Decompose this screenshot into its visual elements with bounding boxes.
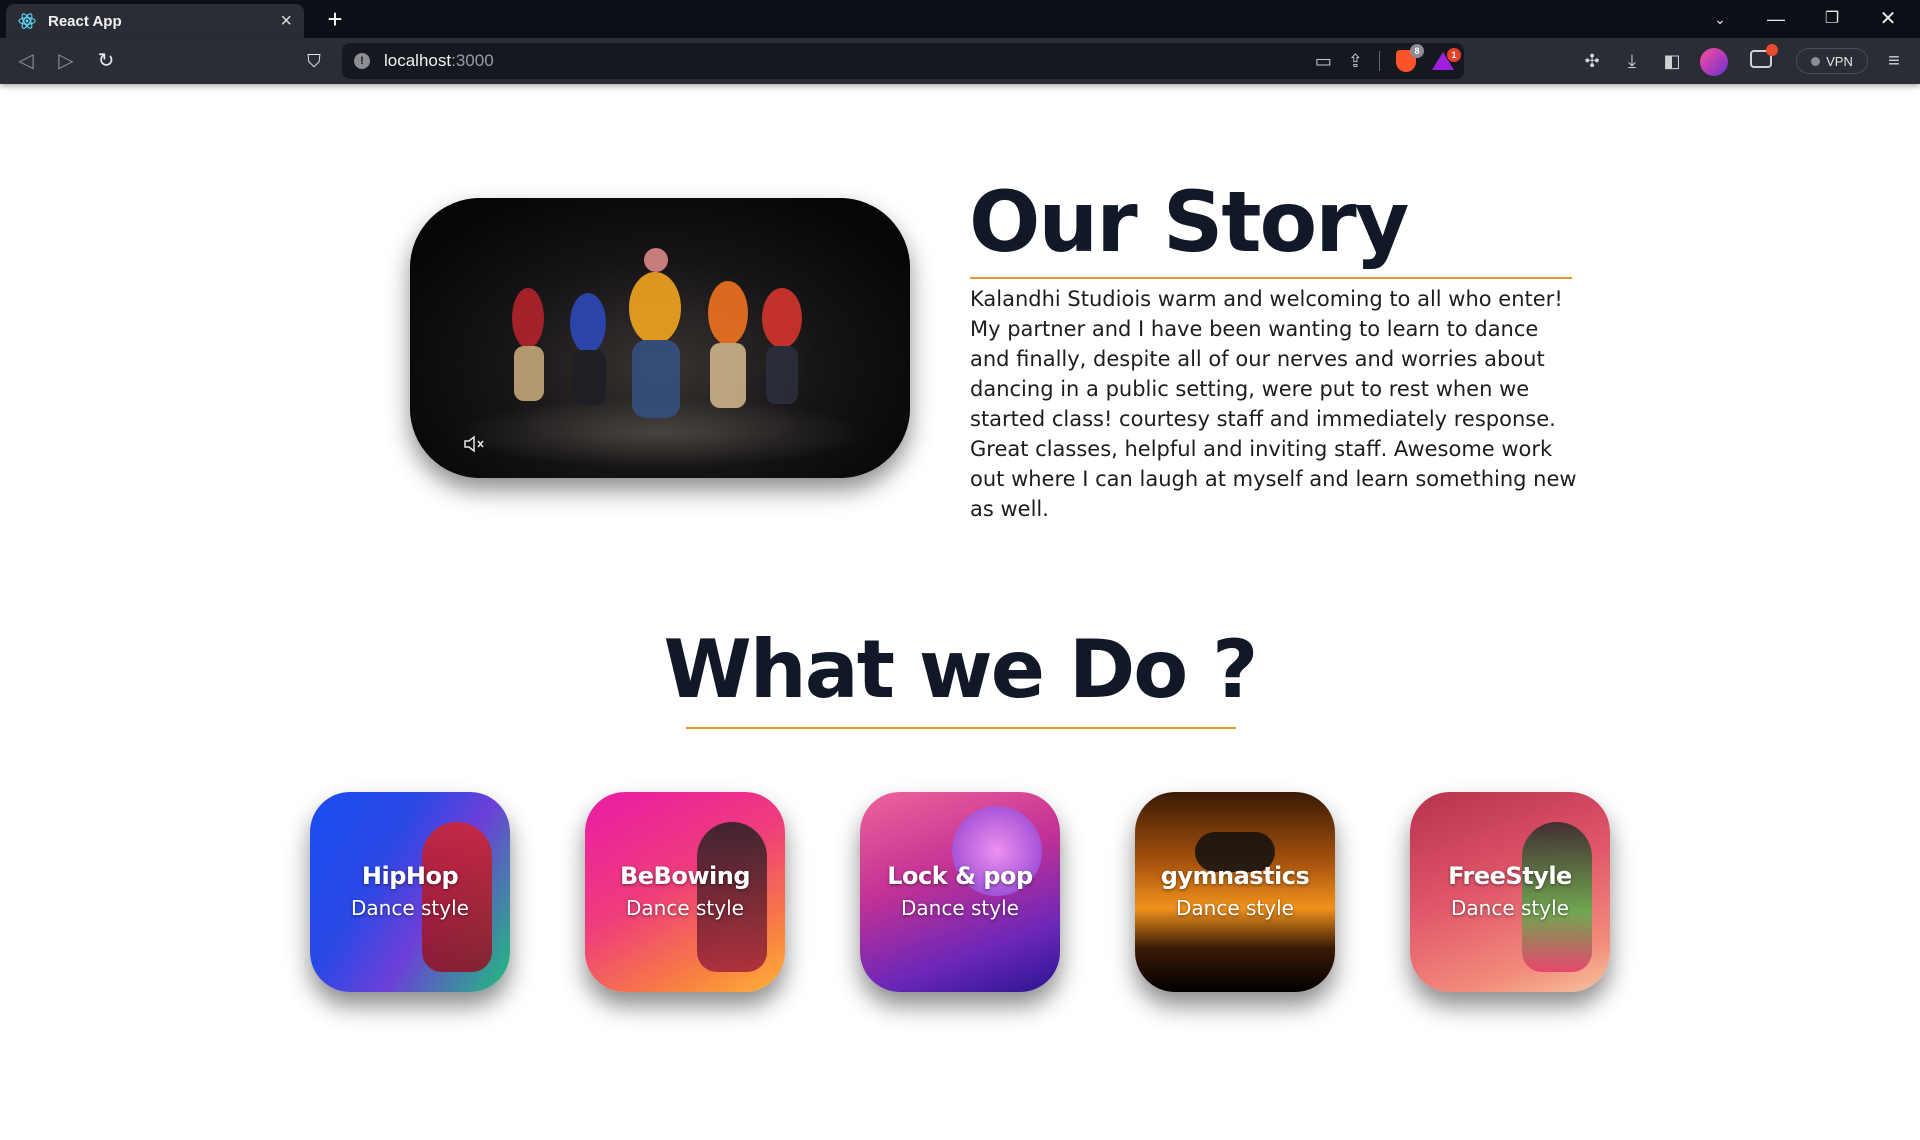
wallet-icon[interactable] bbox=[1750, 44, 1778, 68]
vpn-label: VPN bbox=[1826, 53, 1853, 69]
download-icon[interactable]: ⤓ bbox=[1618, 47, 1646, 75]
forward-icon[interactable]: ▷ bbox=[52, 47, 80, 75]
menu-icon[interactable]: ≡ bbox=[1880, 47, 1908, 75]
divider bbox=[1379, 51, 1380, 71]
what-we-do-heading: What we Do ? bbox=[663, 623, 1259, 716]
browser-toolbar: ◁ ▷ ↻ ⛉ ! localhost:3000 ▭ ⇪ 8 1 ✣ ⤓ ◧ V… bbox=[0, 38, 1920, 84]
bookmark-icon[interactable]: ⛉ bbox=[300, 47, 328, 75]
vpn-button[interactable]: VPN bbox=[1796, 48, 1868, 74]
new-tab-icon[interactable]: + bbox=[320, 4, 350, 34]
card-title: HipHop bbox=[361, 862, 459, 890]
address-bar[interactable]: ! localhost:3000 ▭ ⇪ 8 1 bbox=[342, 43, 1464, 79]
url-port: :3000 bbox=[451, 51, 494, 70]
mute-icon[interactable] bbox=[462, 432, 486, 456]
dance-card-hiphop[interactable]: HipHop Dance style bbox=[310, 792, 510, 992]
story-video[interactable] bbox=[410, 198, 910, 478]
dance-card-lock-and-pop[interactable]: Lock & pop Dance style bbox=[860, 792, 1060, 992]
wallet-notification-dot bbox=[1766, 44, 1778, 56]
card-title: FreeStyle bbox=[1448, 862, 1572, 890]
address-bar-actions: ▭ ⇪ 8 1 bbox=[1315, 43, 1461, 79]
minimize-icon[interactable]: — bbox=[1748, 0, 1804, 38]
dance-card-bebowing[interactable]: BeBowing Dance style bbox=[585, 792, 785, 992]
story-heading: Our Story bbox=[969, 173, 1409, 271]
dance-card-freestyle[interactable]: FreeStyle Dance style bbox=[1410, 792, 1610, 992]
restore-icon[interactable]: ❐ bbox=[1804, 0, 1860, 38]
cast-icon[interactable]: ▭ bbox=[1315, 51, 1332, 72]
tab-title: React App bbox=[48, 12, 122, 30]
reload-icon[interactable]: ↻ bbox=[92, 47, 120, 75]
card-subtitle: Dance style bbox=[626, 896, 744, 920]
sidebar-icon[interactable]: ◧ bbox=[1658, 47, 1686, 75]
what-we-do-underline bbox=[686, 727, 1236, 729]
browser-tab[interactable]: React App × bbox=[6, 4, 304, 38]
url-host: localhost bbox=[384, 51, 452, 70]
brave-shields-icon[interactable]: 8 bbox=[1396, 44, 1424, 72]
brave-rewards-icon[interactable]: 1 bbox=[1432, 48, 1461, 70]
site-info-icon[interactable]: ! bbox=[354, 53, 370, 69]
profile-avatar[interactable] bbox=[1700, 48, 1728, 76]
vpn-status-icon bbox=[1811, 56, 1821, 66]
close-window-icon[interactable]: ✕ bbox=[1860, 0, 1916, 38]
browser-tab-bar: React App × + ⌄ — ❐ ✕ bbox=[0, 0, 1920, 38]
card-title: BeBowing bbox=[619, 862, 751, 890]
tab-list-chevron-icon[interactable]: ⌄ bbox=[1692, 0, 1748, 38]
card-title: Lock & pop bbox=[887, 862, 1033, 890]
back-icon[interactable]: ◁ bbox=[12, 47, 40, 75]
story-heading-underline bbox=[970, 277, 1572, 279]
share-icon[interactable]: ⇪ bbox=[1348, 51, 1363, 72]
card-subtitle: Dance style bbox=[1176, 896, 1294, 920]
dance-card-gymnastics[interactable]: gymnastics Dance style bbox=[1135, 792, 1335, 992]
extensions-icon[interactable]: ✣ bbox=[1578, 47, 1606, 75]
card-subtitle: Dance style bbox=[1451, 896, 1569, 920]
shields-badge: 8 bbox=[1410, 44, 1424, 58]
react-icon bbox=[18, 13, 36, 29]
card-title: gymnastics bbox=[1160, 862, 1310, 890]
story-paragraph: Kalandhi Studiois warm and welcoming to … bbox=[970, 287, 1577, 521]
card-subtitle: Dance style bbox=[351, 896, 469, 920]
close-tab-icon[interactable]: × bbox=[280, 10, 292, 33]
card-subtitle: Dance style bbox=[901, 896, 1019, 920]
rewards-badge: 1 bbox=[1447, 48, 1461, 62]
